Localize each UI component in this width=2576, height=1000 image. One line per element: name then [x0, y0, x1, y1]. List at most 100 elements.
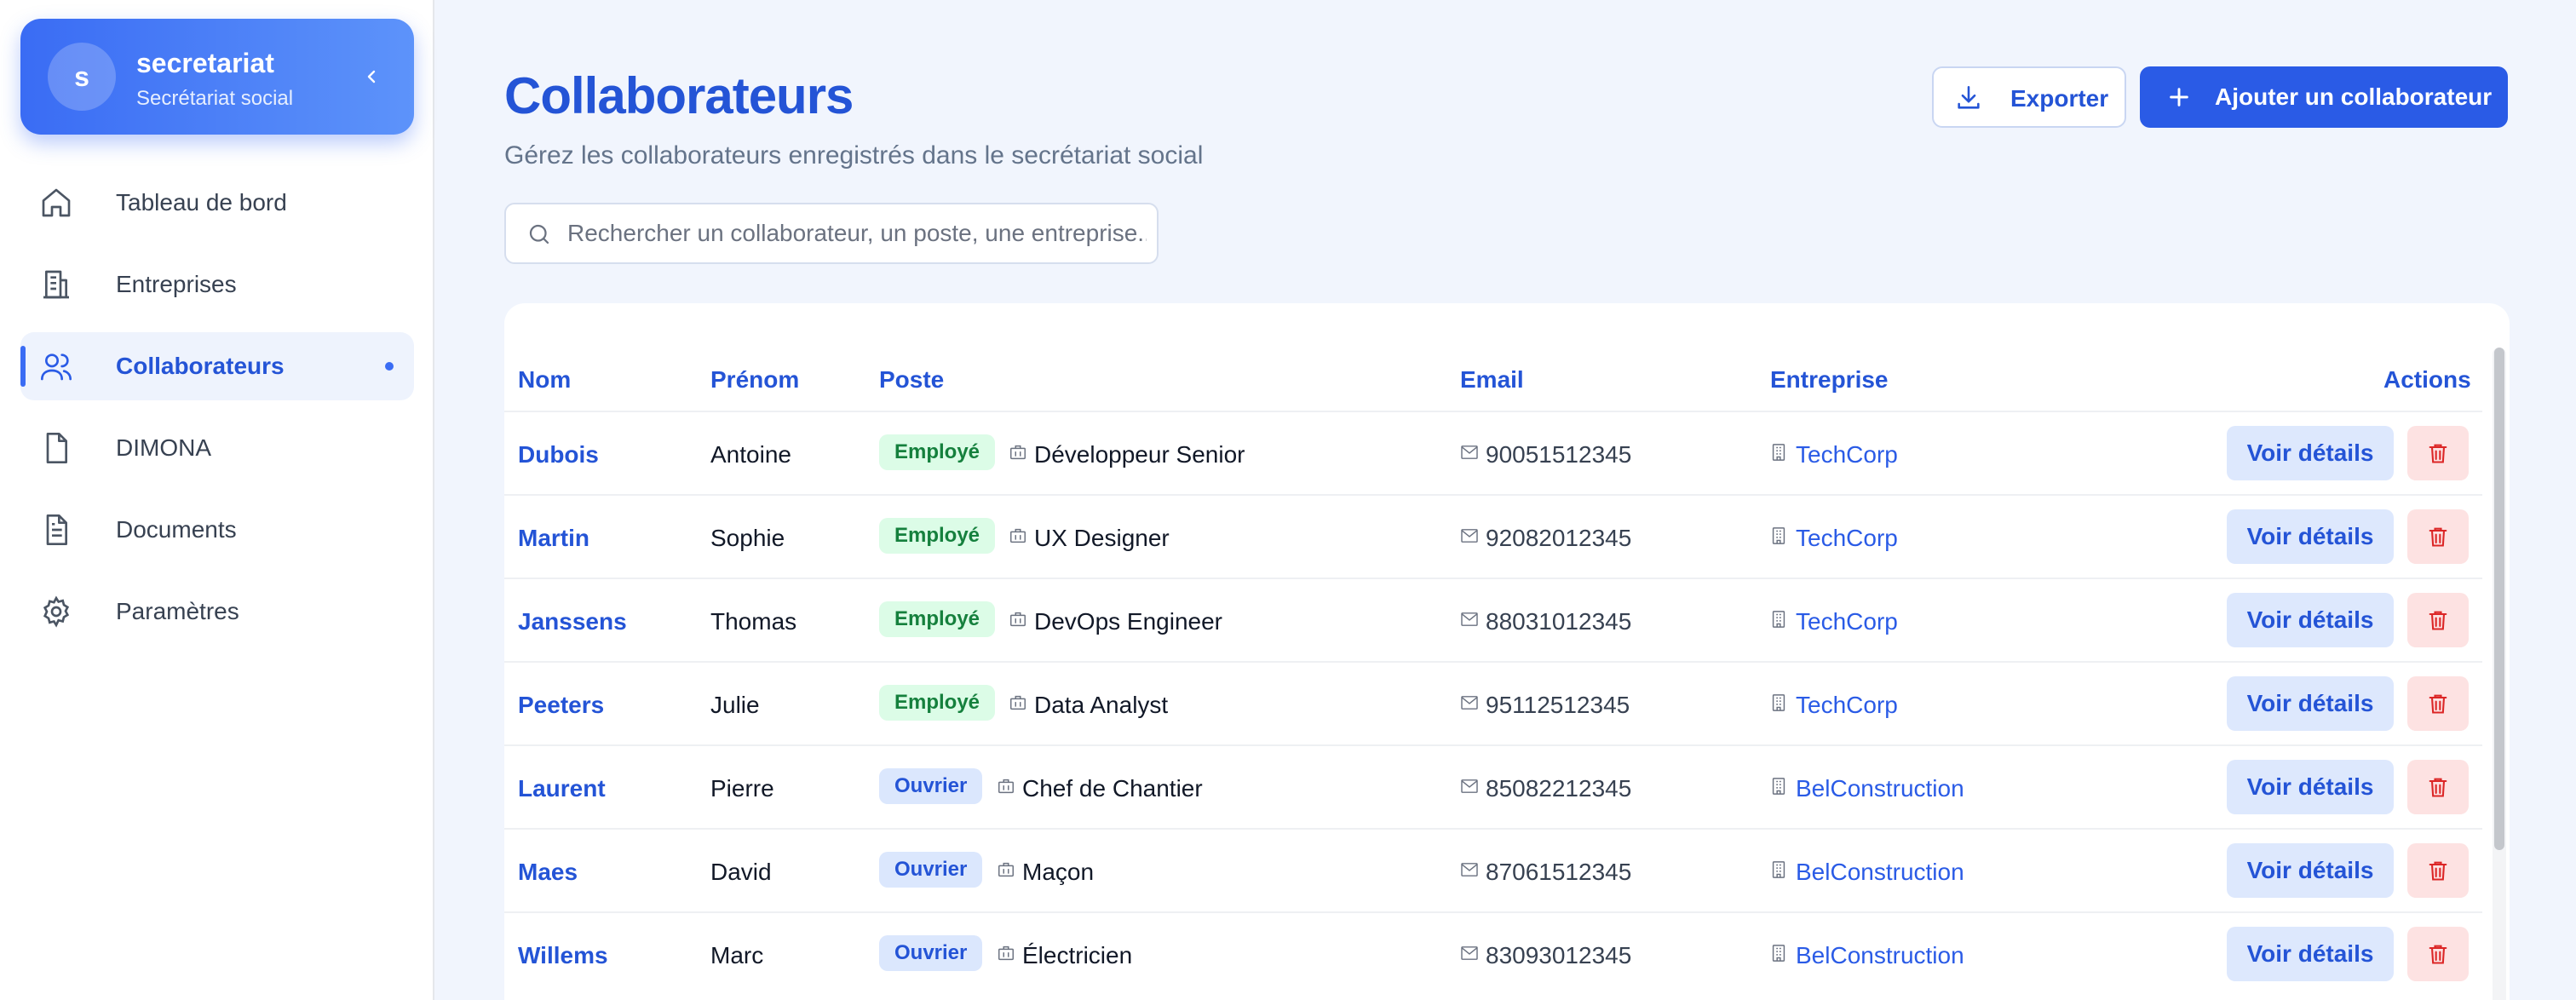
contract-type-badge: Ouvrier [879, 768, 983, 804]
column-header-actions: Actions [2383, 366, 2471, 393]
delete-button[interactable] [2407, 843, 2469, 898]
cell-entreprise[interactable]: TechCorp [1796, 608, 1898, 635]
cell-prenom: Pierre [710, 775, 774, 802]
trash-icon [2429, 694, 2447, 714]
chevron-left-icon [367, 70, 376, 83]
table-row: Peeters Julie Employé Data Analyst 951125123… [504, 661, 2482, 744]
table-row: Willems Marc Ouvrier Électricien 83093012345… [504, 911, 2482, 995]
view-details-button[interactable]: Voir détails [2227, 593, 2394, 647]
add-collaborateur-button[interactable]: Ajouter un collaborateur [2140, 66, 2508, 128]
delete-button[interactable] [2407, 676, 2469, 731]
building-icon [1772, 611, 1785, 628]
sidebar-item-collaborateurs[interactable]: Collaborateurs [20, 332, 414, 400]
contract-type-badge: Ouvrier [879, 935, 983, 971]
sidebar-item-documents[interactable]: Documents [20, 496, 414, 564]
building-icon [43, 270, 69, 299]
mail-icon [1461, 445, 1478, 459]
building-icon [1772, 778, 1785, 795]
column-header-prenom[interactable]: Prénom [710, 366, 799, 394]
trash-icon [2429, 444, 2447, 463]
mail-icon [1461, 946, 1478, 960]
trash-icon [2429, 945, 2447, 964]
sidebar-item-label: Tableau de bord [116, 189, 287, 216]
cell-poste: DevOps Engineer [1034, 608, 1223, 635]
active-indicator-dot [385, 362, 394, 371]
delete-button[interactable] [2407, 509, 2469, 564]
cell-prenom: Marc [710, 942, 764, 968]
collaborateurs-table: Nom Prénom Poste Email Entreprise Action… [504, 303, 2510, 1000]
cell-nom[interactable]: Maes [518, 859, 578, 886]
trash-icon [2429, 611, 2447, 630]
document-icon [46, 514, 67, 545]
view-details-button[interactable]: Voir détails [2227, 927, 2394, 981]
view-details-button[interactable]: Voir détails [2227, 760, 2394, 814]
brand-name: secretariat [136, 48, 274, 78]
cell-entreprise[interactable]: BelConstruction [1796, 942, 1964, 969]
cell-email: 85082212345 [1486, 775, 1632, 802]
cell-nom[interactable]: Martin [518, 525, 589, 552]
cell-prenom: Thomas [710, 608, 797, 635]
cell-entreprise[interactable]: BelConstruction [1796, 775, 1964, 802]
delete-button[interactable] [2407, 593, 2469, 647]
building-icon [1772, 945, 1785, 962]
delete-button[interactable] [2407, 426, 2469, 480]
cell-entreprise[interactable]: BelConstruction [1796, 859, 1964, 886]
table-row: Janssens Thomas Employé DevOps Engineer 8803… [504, 578, 2482, 661]
gear-icon [43, 595, 70, 628]
sidebar-item-entreprises[interactable]: Entreprises [20, 250, 414, 319]
search-icon [529, 224, 549, 244]
cell-poste: Data Analyst [1034, 692, 1169, 718]
search-box [504, 203, 1159, 264]
sidebar-item-parametres[interactable]: Paramètres [20, 578, 414, 646]
contract-type-badge: Employé [879, 518, 996, 554]
cell-nom[interactable]: Peeters [518, 692, 604, 719]
cell-nom[interactable]: Dubois [518, 441, 599, 468]
table-scrollbar[interactable] [2493, 348, 2506, 1000]
sidebar-item-label: Documents [116, 516, 237, 543]
briefcase-icon [998, 779, 1014, 794]
cell-nom[interactable]: Janssens [518, 608, 627, 635]
column-header-entreprise[interactable]: Entreprise [1770, 366, 1889, 394]
cell-poste: Chef de Chantier [1022, 775, 1203, 802]
briefcase-icon [1010, 445, 1026, 460]
mail-icon [1461, 612, 1478, 626]
export-button[interactable]: Exporter [1932, 66, 2126, 128]
cell-entreprise[interactable]: TechCorp [1796, 525, 1898, 552]
view-details-button[interactable]: Voir détails [2227, 509, 2394, 564]
building-icon [1772, 527, 1785, 544]
cell-entreprise[interactable]: TechCorp [1796, 692, 1898, 719]
search-input[interactable] [567, 204, 1147, 262]
cell-email: 87061512345 [1486, 859, 1632, 885]
contract-type-badge: Employé [879, 601, 996, 637]
column-header-email[interactable]: Email [1460, 366, 1524, 394]
collapse-sidebar-button[interactable] [354, 60, 388, 94]
plus-icon [2170, 88, 2188, 106]
scrollbar-thumb[interactable] [2494, 348, 2504, 850]
view-details-button[interactable]: Voir détails [2227, 843, 2394, 898]
delete-button[interactable] [2407, 760, 2469, 814]
download-icon [1958, 85, 1980, 109]
cell-prenom: Sophie [710, 525, 785, 551]
view-details-button[interactable]: Voir détails [2227, 676, 2394, 731]
view-details-button[interactable]: Voir détails [2227, 426, 2394, 480]
sidebar-item-tableau-de-bord[interactable]: Tableau de bord [20, 169, 414, 237]
contract-type-badge: Employé [879, 685, 996, 721]
cell-nom[interactable]: Laurent [518, 775, 606, 802]
delete-button[interactable] [2407, 927, 2469, 981]
column-header-nom[interactable]: Nom [518, 366, 571, 394]
cell-poste: UX Designer [1034, 525, 1170, 551]
sidebar: s secretariat Secrétariat social Tableau… [0, 0, 434, 1000]
table-row: Dubois Antoine Employé Développeur Senior 90… [504, 411, 2482, 494]
brand-subtitle: Secrétariat social [136, 87, 294, 110]
mail-icon [1461, 529, 1478, 543]
cell-entreprise[interactable]: TechCorp [1796, 441, 1898, 468]
trash-icon [2429, 527, 2447, 547]
table-row: Martin Sophie Employé UX Designer 9208201234… [504, 494, 2482, 578]
cell-nom[interactable]: Willems [518, 942, 608, 969]
sidebar-item-label: Paramètres [116, 598, 239, 624]
column-header-poste[interactable]: Poste [879, 366, 944, 394]
users-icon [41, 353, 72, 381]
cell-prenom: Julie [710, 692, 760, 718]
briefcase-icon [1010, 528, 1026, 543]
sidebar-item-dimona[interactable]: DIMONA [20, 414, 414, 482]
